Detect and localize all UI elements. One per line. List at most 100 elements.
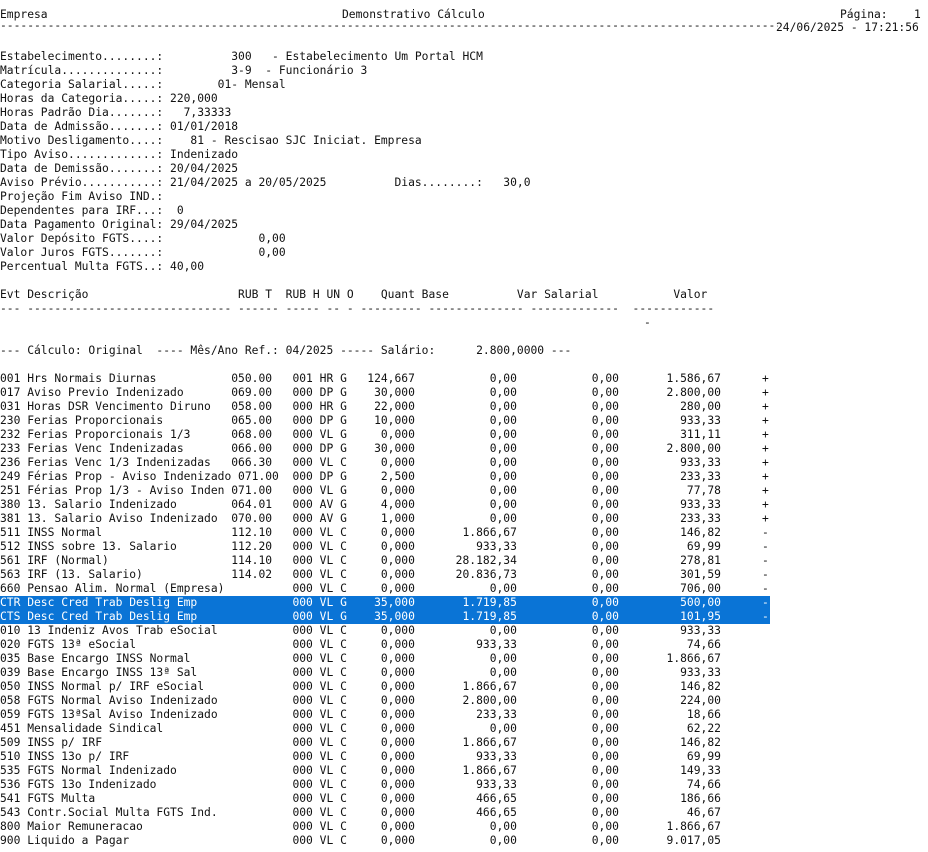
table-row[interactable]: 050 INSS Normal p/ IRF eSocial 000 VL C … [0, 680, 770, 694]
row-text: CTS Desc Cred Trab Deslig Emp 000 VL G 3… [0, 610, 721, 623]
row-text: 249 Férias Prop - Aviso Indenizado 071.0… [0, 470, 721, 483]
row-text: 039 Base Encargo INSS 13ª Sal 000 VL C 0… [0, 666, 721, 679]
table-row[interactable]: 536 FGTS 13o Indenizado 000 VL C 0,000 9… [0, 778, 770, 792]
table-row[interactable]: 233 Ferias Venc Indenizadas 066.00 000 D… [0, 442, 770, 456]
row-sign: + [762, 456, 769, 469]
info-line: Valor Depósito FGTS....: 0,00 [0, 232, 286, 245]
table-row[interactable]: 512 INSS sobre 13. Salario 112.20 000 VL… [0, 540, 770, 554]
table-row[interactable]: 017 Aviso Previo Indenizado 069.00 000 D… [0, 386, 770, 400]
table-header: Evt Descrição RUB T RUB H UN O Quant Bas… [0, 288, 708, 301]
table-header-rule: --- ------------------------------ -----… [0, 302, 715, 315]
row-text: 512 INSS sobre 13. Salario 112.20 000 VL… [0, 540, 721, 553]
table-row[interactable]: CTS Desc Cred Trab Deslig Emp 000 VL G 3… [0, 610, 770, 624]
row-text: CTR Desc Cred Trab Deslig Emp 000 VL G 3… [0, 596, 721, 609]
row-text: 563 IRF (13. Salario) 114.02 000 VL C 0,… [0, 568, 721, 581]
table-row[interactable]: 543 Contr.Social Multa FGTS Ind. 000 VL … [0, 806, 770, 820]
table-row[interactable]: 535 FGTS Normal Indenizado 000 VL C 0,00… [0, 764, 770, 778]
info-line: Categoria Salarial.....: 01- Mensal [0, 78, 286, 91]
row-sign: + [762, 372, 769, 385]
row-text: 660 Pensao Alim. Normal (Empresa) 000 VL… [0, 582, 721, 595]
calc-summary-line: --- Cálculo: Original ---- Mês/Ano Ref.:… [0, 344, 572, 357]
table-row[interactable]: 031 Horas DSR Vencimento Diruno 058.00 0… [0, 400, 770, 414]
info-line: Valor Juros FGTS.......: 0,00 [0, 246, 286, 259]
row-text: 232 Ferias Proporcionais 1/3 068.00 000 … [0, 428, 721, 441]
row-sign: - [762, 526, 769, 539]
table-row[interactable]: CTR Desc Cred Trab Deslig Emp 000 VL G 3… [0, 596, 770, 610]
info-line: Data de Demissão.......: 20/04/2025 [0, 162, 239, 175]
info-line: Data Pagamento Original: 29/04/2025 [0, 218, 239, 231]
table-row[interactable]: 800 Maior Remuneracao 000 VL C 0,000 0,0… [0, 820, 770, 834]
info-line: Estabelecimento........: 300 - Estabelec… [0, 50, 483, 63]
table-row[interactable]: 380 13. Salario Indenizado 064.01 000 AV… [0, 498, 770, 512]
row-text: 035 Base Encargo INSS Normal 000 VL C 0,… [0, 652, 721, 665]
table-row[interactable]: 035 Base Encargo INSS Normal 000 VL C 0,… [0, 652, 770, 666]
row-text: 561 IRF (Normal) 114.10 000 VL C 0,000 2… [0, 554, 721, 567]
table-row[interactable]: 232 Ferias Proporcionais 1/3 068.00 000 … [0, 428, 770, 442]
table-row[interactable]: 900 Liquido a Pagar 000 VL C 0,000 0,00 … [0, 834, 770, 848]
row-text: 031 Horas DSR Vencimento Diruno 058.00 0… [0, 400, 721, 413]
row-text: 001 Hrs Normais Diurnas 050.00 001 HR G … [0, 372, 721, 385]
row-sign: + [762, 400, 769, 413]
row-sign: + [762, 428, 769, 441]
info-line: Horas da Categoria.....: 220,000 [0, 92, 218, 105]
row-text: 017 Aviso Previo Indenizado 069.00 000 D… [0, 386, 721, 399]
row-text: 380 13. Salario Indenizado 064.01 000 AV… [0, 498, 721, 511]
header-rule: ----------------------------------------… [0, 19, 778, 32]
row-sign: - [762, 568, 769, 581]
row-sign: + [762, 386, 769, 399]
row-sign: + [762, 414, 769, 427]
row-text: 010 13 Indeniz Avos Trab eSocial 000 VL … [0, 624, 721, 637]
row-sign: - [762, 540, 769, 553]
table-row[interactable]: 001 Hrs Normais Diurnas 050.00 001 HR G … [0, 372, 770, 386]
row-text: 543 Contr.Social Multa FGTS Ind. 000 VL … [0, 806, 721, 819]
info-line: Percentual Multa FGTS..: 40,00 [0, 260, 205, 273]
table-row[interactable]: 541 FGTS Multa 000 VL C 0,000 466,65 0,0… [0, 792, 770, 806]
row-text: 381 13. Salario Aviso Indenizado 070.00 … [0, 512, 721, 525]
row-text: 509 INSS p/ IRF 000 VL C 0,000 1.866,67 … [0, 736, 721, 749]
row-sign: - [762, 596, 769, 609]
row-sign: + [762, 484, 769, 497]
row-sign: - [762, 554, 769, 567]
table-row[interactable]: 058 FGTS Normal Aviso Indenizado 000 VL … [0, 694, 770, 708]
info-line: Dependentes para IRF...: 0 [0, 204, 184, 217]
table-row[interactable]: 660 Pensao Alim. Normal (Empresa) 000 VL… [0, 582, 770, 596]
info-line: Horas Padrão Dia.......: 7,33333 [0, 106, 232, 119]
row-text: 510 INSS 13o p/ IRF 000 VL C 0,000 933,3… [0, 750, 721, 763]
row-text: 236 Ferias Venc 1/3 Indenizadas 066.30 0… [0, 456, 721, 469]
table-row[interactable]: 039 Base Encargo INSS 13ª Sal 000 VL C 0… [0, 666, 770, 680]
row-sign: + [762, 470, 769, 483]
row-text: 536 FGTS 13o Indenizado 000 VL C 0,000 9… [0, 778, 721, 791]
row-text: 020 FGTS 13ª eSocial 000 VL C 0,000 933,… [0, 638, 721, 651]
table-row[interactable]: 510 INSS 13o p/ IRF 000 VL C 0,000 933,3… [0, 750, 770, 764]
row-text: 059 FGTS 13ªSal Aviso Indenizado 000 VL … [0, 708, 721, 721]
row-sign: + [762, 442, 769, 455]
info-line: Matrícula..............: 3-9 - Funcionár… [0, 64, 368, 77]
row-sign: + [762, 498, 769, 511]
row-text: 900 Liquido a Pagar 000 VL C 0,000 0,00 … [0, 834, 721, 847]
table-row[interactable]: 251 Férias Prop 1/3 - Aviso Inden 071.00… [0, 484, 770, 498]
row-sign: - [762, 610, 769, 623]
row-text: 251 Férias Prop 1/3 - Aviso Inden 071.00… [0, 484, 721, 497]
info-line: Projeção Fim Aviso IND.: [0, 190, 164, 203]
table-row[interactable]: 561 IRF (Normal) 114.10 000 VL C 0,000 2… [0, 554, 770, 568]
table-row[interactable]: 020 FGTS 13ª eSocial 000 VL C 0,000 933,… [0, 638, 770, 652]
table-row[interactable]: 451 Mensalidade Sindical 000 VL C 0,000 … [0, 722, 770, 736]
row-text: 541 FGTS Multa 000 VL C 0,000 466,65 0,0… [0, 792, 721, 805]
row-text: 233 Ferias Venc Indenizadas 066.00 000 D… [0, 442, 721, 455]
table-row[interactable]: 511 INSS Normal 112.10 000 VL C 0,000 1.… [0, 526, 770, 540]
table-row[interactable]: 509 INSS p/ IRF 000 VL C 0,000 1.866,67 … [0, 736, 770, 750]
page-label: Página: [840, 8, 888, 21]
table-row[interactable]: 381 13. Salario Aviso Indenizado 070.00 … [0, 512, 770, 526]
row-text: 535 FGTS Normal Indenizado 000 VL C 0,00… [0, 764, 721, 777]
table-row[interactable]: 563 IRF (13. Salario) 114.02 000 VL C 0,… [0, 568, 770, 582]
table-row[interactable]: 249 Férias Prop - Aviso Indenizado 071.0… [0, 470, 770, 484]
table-row[interactable]: 230 Ferias Proporcionais 065.00 000 DP G… [0, 414, 770, 428]
table-row[interactable]: 059 FGTS 13ªSal Aviso Indenizado 000 VL … [0, 708, 770, 722]
info-line: Motivo Desligamento....: 81 - Rescisao S… [0, 134, 422, 147]
table-header-rule-tail: - [644, 316, 651, 329]
row-text: 230 Ferias Proporcionais 065.00 000 DP G… [0, 414, 721, 427]
info-line: Data de Admissão.......: 01/01/2018 [0, 120, 239, 133]
table-row[interactable]: 010 13 Indeniz Avos Trab eSocial 000 VL … [0, 624, 770, 638]
row-sign: - [762, 582, 769, 595]
table-row[interactable]: 236 Ferias Venc 1/3 Indenizadas 066.30 0… [0, 456, 770, 470]
